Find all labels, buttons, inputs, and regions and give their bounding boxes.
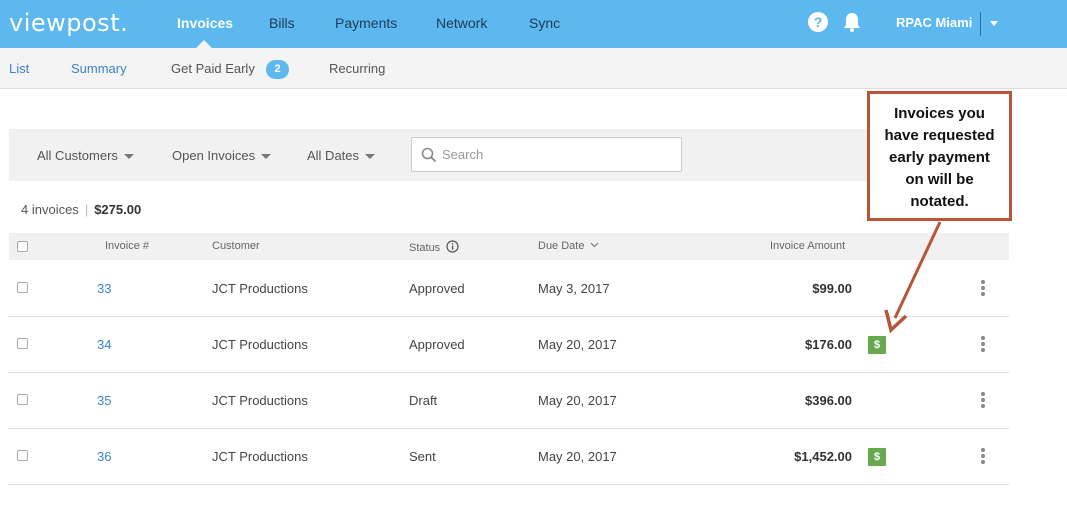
early-payment-dollar-icon: $ [868,448,886,466]
invoice-status: Approved [409,337,465,352]
nav-payments[interactable]: Payments [335,15,397,31]
header-due-date-label: Due Date [538,240,585,252]
annotation-callout: Invoices you have requested early paymen… [867,91,1012,221]
info-icon[interactable] [446,240,459,253]
header-due-date[interactable]: Due Date [538,240,599,252]
invoice-total: $275.00 [94,202,142,217]
caret-down-icon [365,154,376,160]
row-checkbox[interactable] [17,338,28,349]
due-date: May 20, 2017 [538,337,617,352]
invoice-amount: $176.00 [805,337,852,352]
tab-get-paid-early[interactable]: Get Paid Early [171,61,255,76]
row-checkbox[interactable] [17,282,28,293]
customer-name: JCT Productions [212,449,308,464]
callout-line: early payment [889,149,990,166]
row-menu-kebab-icon[interactable] [980,280,986,298]
bell-icon[interactable] [842,11,862,33]
invoice-amount: $1,452.00 [794,449,852,464]
early-payment-dollar-icon: $ [868,336,886,354]
row-divider [9,428,1009,429]
account-name[interactable]: RPAC Miami [896,15,972,30]
nav-sync[interactable]: Sync [529,15,560,31]
callout-line: have requested [884,127,995,144]
invoice-filter-label: Open Invoices [172,148,256,163]
summary-separator: | [84,202,89,217]
row-checkbox[interactable] [17,394,28,405]
viewpost-logo[interactable]: viewpost. [9,9,128,37]
caret-down-icon [123,154,134,160]
header-invoice-amount[interactable]: Invoice Amount [770,240,845,252]
date-filter-dropdown[interactable]: All Dates [307,148,376,163]
caret-down-icon [261,154,272,160]
invoice-number-link[interactable]: 33 [97,281,111,296]
nav-bills[interactable]: Bills [269,15,295,31]
due-date: May 20, 2017 [538,393,617,408]
date-filter-label: All Dates [307,148,360,163]
customer-filter-dropdown[interactable]: All Customers [37,148,134,163]
header-status[interactable]: Status [409,240,459,254]
callout-line: Invoices you [894,105,985,122]
row-divider [9,316,1009,317]
invoice-count: 4 invoices [21,202,79,217]
sub-nav-bar [0,48,1067,89]
invoice-amount: $396.00 [805,393,852,408]
due-date: May 20, 2017 [538,449,617,464]
tab-summary[interactable]: Summary [71,61,127,76]
invoice-amount: $99.00 [812,281,852,296]
invoice-number-link[interactable]: 36 [97,449,111,464]
select-all-checkbox[interactable] [17,241,28,252]
sort-chevron-down-icon [590,242,598,248]
search-box[interactable] [411,137,682,172]
invoice-status: Approved [409,281,465,296]
customer-filter-label: All Customers [37,148,118,163]
row-menu-kebab-icon[interactable] [980,392,986,410]
invoice-number-link[interactable]: 34 [97,337,111,352]
header-customer[interactable]: Customer [212,240,260,252]
active-nav-indicator [196,40,212,48]
chevron-down-icon[interactable] [990,21,998,26]
invoice-number-link[interactable]: 35 [97,393,111,408]
row-divider [9,372,1009,373]
customer-name: JCT Productions [212,281,308,296]
nav-network[interactable]: Network [436,15,487,31]
callout-line: on will be [905,171,974,188]
due-date: May 3, 2017 [538,281,610,296]
header-invoice-number[interactable]: Invoice # [105,240,149,252]
invoice-status: Draft [409,393,438,408]
search-icon [421,147,437,163]
question-circle-icon[interactable]: ? [808,12,828,32]
invoice-filter-dropdown[interactable]: Open Invoices [172,148,272,163]
row-divider [9,484,1009,485]
account-divider [980,12,981,36]
invoice-summary: 4 invoices | $275.00 [21,202,141,217]
tab-recurring[interactable]: Recurring [329,61,385,76]
customer-name: JCT Productions [212,337,308,352]
customer-name: JCT Productions [212,393,308,408]
tab-list[interactable]: List [9,61,29,76]
callout-line: notated. [910,193,969,210]
table-header [9,233,1009,260]
row-checkbox[interactable] [17,450,28,461]
nav-invoices[interactable]: Invoices [177,15,233,31]
row-menu-kebab-icon[interactable] [980,448,986,466]
get-paid-early-count-badge: 2 [266,60,289,79]
search-input[interactable] [442,138,678,171]
header-status-label: Status [409,242,441,254]
row-menu-kebab-icon[interactable] [980,336,986,354]
invoice-status: Sent [409,449,436,464]
